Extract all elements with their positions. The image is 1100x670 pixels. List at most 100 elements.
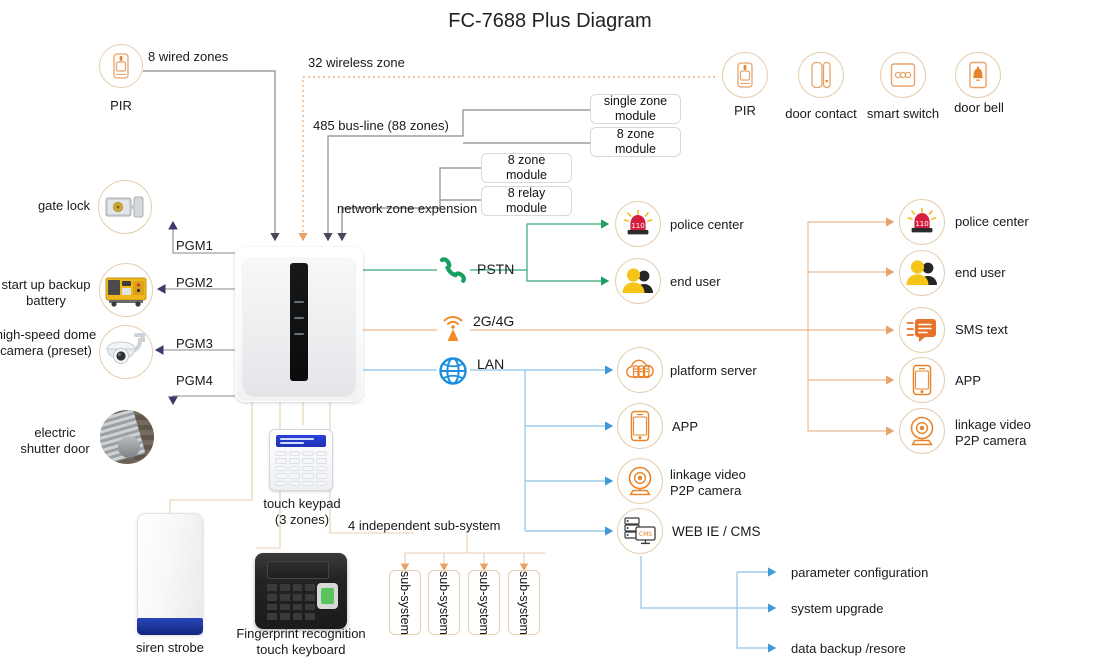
p2p-camera-icon-chip-lan — [617, 458, 663, 504]
phone-app-icon-chip-cell — [899, 357, 945, 403]
phone-icon — [439, 257, 466, 283]
wireless-zone-label: 32 wireless zone — [308, 55, 405, 70]
module-line2: module — [615, 142, 656, 156]
module-line1: single zone — [603, 94, 668, 109]
door-bell-icon-chip — [955, 52, 1001, 98]
smart-switch-icon — [890, 63, 916, 87]
cell-target-label-4: linkage video P2P camera — [955, 417, 1031, 448]
touch-keypad-device — [269, 429, 333, 491]
sub-system-label: sub-system — [398, 570, 412, 635]
bus-line-label: 485 bus-line (88 zones) — [313, 118, 449, 133]
sub-system-box-0: sub-system — [389, 570, 421, 635]
end-user-icon — [622, 268, 653, 293]
backup-battery-icon — [105, 277, 147, 307]
cell-target-label-0: police center — [955, 214, 1029, 229]
subsystem-caption: 4 independent sub-system — [348, 518, 501, 533]
control-panel-device — [235, 247, 363, 402]
svg-text:CMS: CMS — [639, 531, 652, 538]
sub-system-box-2: sub-system — [468, 570, 500, 635]
p2p-camera-icon-chip-cell — [899, 408, 945, 454]
p2p-camera-icon — [910, 416, 934, 446]
sub-system-box-3: sub-system — [508, 570, 540, 635]
comm-label-cell: 2G/4G — [473, 313, 515, 329]
module-line1: 8 zone — [507, 153, 546, 168]
module-box-single-zone: single zone module — [590, 94, 681, 124]
comm-label-lan: LAN — [477, 356, 505, 372]
end-user-icon-chip-pstn — [615, 258, 661, 304]
antenna-icon-wrap — [438, 315, 468, 350]
wireless-device-label-3: door bell — [954, 100, 1004, 115]
module-line2: module — [506, 168, 547, 182]
pir-icon — [113, 53, 129, 79]
door-contact-icon-chip — [798, 52, 844, 98]
svg-text:110: 110 — [631, 222, 644, 230]
wireless-device-label-0: PIR — [734, 103, 756, 118]
police-siren-icon: 110 — [907, 207, 937, 233]
module-box-8-zone-bus: 8 zone module — [590, 127, 681, 157]
module-line2: module — [615, 109, 656, 123]
sub-system-box-1: sub-system — [428, 570, 460, 635]
pgm-port-0: PGM1 — [176, 238, 213, 253]
pgm-port-3: PGM4 — [176, 373, 213, 388]
globe-icon — [439, 357, 467, 385]
lan-target-label-3: WEB IE / CMS — [672, 524, 761, 539]
antenna-icon — [443, 316, 463, 341]
police-siren-icon-chip-cell: 110 — [899, 199, 945, 245]
page-title: FC-7688 Plus Diagram — [448, 10, 652, 32]
pir-icon-wireless — [722, 52, 768, 98]
sub-system-label: sub-system — [437, 570, 451, 635]
pgm-label-0: gate lock — [37, 198, 90, 213]
local-device-label-siren: siren strobe — [136, 640, 204, 655]
pgm-label-3: electric shutter door — [20, 425, 90, 456]
door-contact-icon — [811, 61, 831, 89]
cloud-server-icon — [626, 359, 654, 379]
pstn-target-label-1: end user — [670, 274, 721, 289]
module-box-8-relay: 8 relay module — [481, 186, 572, 216]
lan-target-label-2: linkage video P2P camera — [670, 467, 746, 498]
pir-icon — [737, 62, 753, 88]
cell-target-label-2: SMS text — [955, 322, 1008, 337]
phone-app-icon — [912, 364, 932, 396]
globe-icon-wrap — [438, 356, 468, 391]
cell-target-label-1: end user — [955, 265, 1006, 280]
lan-target-label-1: APP — [672, 419, 699, 434]
wired-zones-label: 8 wired zones — [148, 49, 229, 64]
sub-system-label: sub-system — [477, 570, 491, 635]
smart-switch-icon-chip — [880, 52, 926, 98]
gate-lock-icon — [105, 196, 144, 218]
module-line1: 8 zone — [616, 127, 655, 142]
backup-battery-icon-chip — [99, 263, 153, 317]
wireless-device-label-2: smart switch — [866, 106, 940, 121]
comm-label-pstn: PSTN — [477, 261, 515, 277]
svg-text:110: 110 — [915, 220, 928, 228]
end-user-icon-chip-cell — [899, 250, 945, 296]
pgm-label-1: start up backup battery — [1, 277, 91, 308]
pir-icon-wired — [99, 44, 143, 88]
local-device-label-fingerprint: Fingerprint recognition touch keyboard — [236, 626, 366, 657]
pgm-port-1: PGM2 — [176, 275, 213, 290]
sms-icon — [906, 319, 936, 342]
shutter-door-icon-chip — [100, 410, 154, 464]
sms-icon-chip — [899, 307, 945, 353]
pgm-label-2: high-speed dome camera (preset) — [0, 327, 97, 358]
dome-camera-icon-chip — [99, 325, 153, 379]
wireless-device-label-1: door contact — [785, 106, 857, 121]
siren-strobe-device — [137, 513, 203, 635]
door-bell-icon — [969, 61, 987, 89]
sub-system-label: sub-system — [517, 570, 531, 635]
phone-icon-wrap — [438, 257, 468, 288]
dome-camera-icon — [106, 333, 145, 364]
diagram-canvas: FC-7688 Plus Diagram 8 wired zones 32 wi… — [0, 0, 1100, 670]
pstn-target-label-0: police center — [670, 217, 744, 232]
local-device-label-keypad: touch keypad (3 zones) — [263, 496, 341, 527]
module-line1: 8 relay — [507, 186, 546, 201]
phone-app-icon-chip-lan — [617, 403, 663, 449]
lan-target-label-0: platform server — [670, 363, 757, 378]
web-cms-icon: CMS — [624, 517, 656, 545]
police-siren-icon-chip-pstn: 110 — [615, 201, 661, 247]
cms-function-0: parameter configuration — [791, 565, 929, 580]
module-box-8-zone-net: 8 zone module — [481, 153, 572, 183]
cell-target-label-3: APP — [955, 373, 982, 388]
network-zone-label: network zone expension — [337, 201, 478, 216]
module-line2: module — [506, 201, 547, 215]
